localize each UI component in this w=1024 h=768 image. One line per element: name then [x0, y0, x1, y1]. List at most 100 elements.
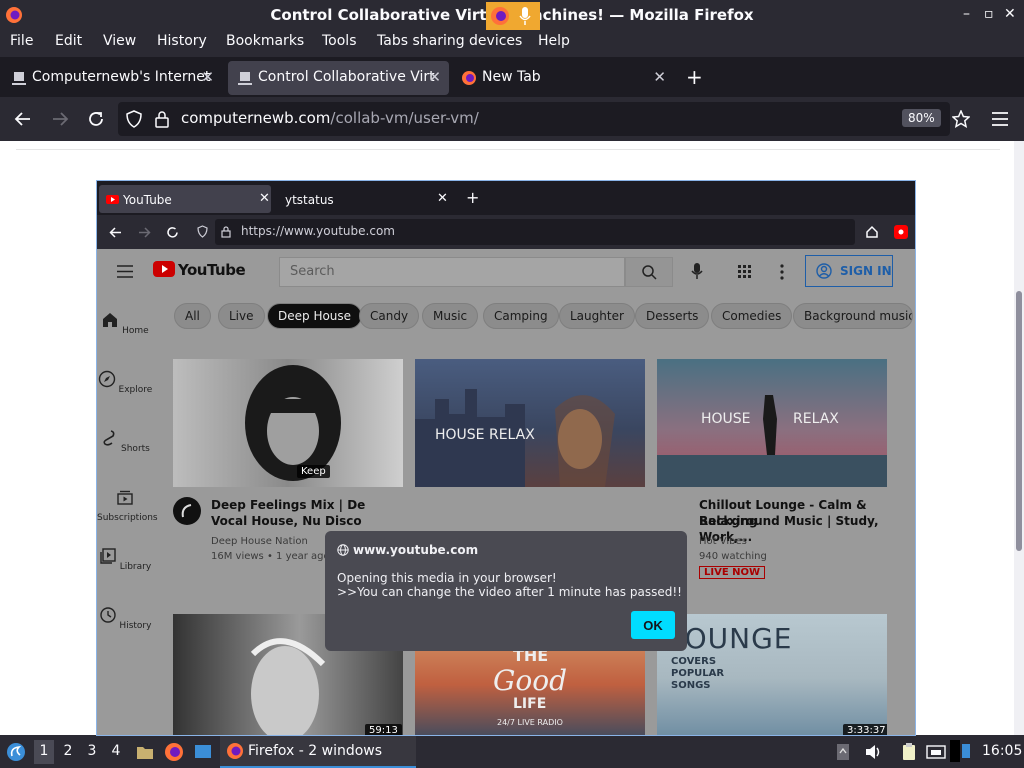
video-thumbnail[interactable]: LOUNGE COVERS POPULAR SONGS 3:33:37	[657, 614, 887, 735]
network-icon[interactable]	[926, 743, 946, 761]
chip-background-music[interactable]: Background music	[793, 303, 913, 329]
chip-music[interactable]: Music	[422, 303, 479, 329]
compass-icon	[98, 370, 115, 388]
sidebar-item-library[interactable]: Library	[97, 547, 153, 572]
vm-shield-icon[interactable]	[197, 225, 208, 238]
vm-tab-youtube[interactable]: YouTube ✕	[99, 185, 271, 213]
youtube-search-button[interactable]	[625, 257, 673, 287]
workspace-3[interactable]: 3	[82, 743, 102, 759]
lock-icon[interactable]	[155, 110, 169, 128]
maximize-button[interactable]: ▫	[984, 6, 994, 22]
vm-tab-close-icon[interactable]: ✕	[437, 191, 448, 206]
hamburger-menu-icon[interactable]	[117, 265, 133, 278]
menu-view[interactable]: View	[103, 33, 136, 49]
chip-comedies[interactable]: Comedies	[711, 303, 793, 329]
thumbnail-text: LOUNGE	[669, 622, 793, 655]
chip-live[interactable]: Live	[218, 303, 265, 329]
taskbar-firefox-windows[interactable]: Firefox - 2 windows	[220, 736, 416, 768]
video-title[interactable]: Vocal House, Nu Disco	[211, 513, 362, 529]
workspace-1[interactable]: 1	[34, 740, 54, 764]
volume-icon[interactable]	[864, 743, 882, 761]
vm-lock-icon[interactable]	[221, 225, 231, 238]
menu-tabs-sharing-devices[interactable]: Tabs sharing devices	[377, 33, 522, 49]
shield-icon[interactable]	[126, 110, 142, 128]
scrollbar-thumb[interactable]	[1016, 291, 1022, 551]
chip-laughter[interactable]: Laughter	[559, 303, 635, 329]
clipboard-icon[interactable]	[900, 743, 918, 761]
zoom-level-button[interactable]: 80%	[902, 109, 941, 127]
ok-button[interactable]: OK	[631, 611, 675, 639]
chip-camping[interactable]: Camping	[483, 303, 559, 329]
video-thumbnail[interactable]: HOUSE RELAX	[657, 359, 887, 487]
tab-new-tab[interactable]: New Tab ✕	[452, 61, 674, 95]
sidebar-item-home[interactable]: Home	[97, 311, 153, 336]
vm-reload-icon[interactable]	[166, 226, 179, 239]
workspace-2[interactable]: 2	[58, 743, 78, 759]
tab-close-icon[interactable]: ✕	[428, 68, 441, 86]
thumbnail-text: LIFE	[513, 696, 547, 712]
desktop-icon[interactable]	[193, 742, 213, 762]
microphone-icon[interactable]	[691, 263, 703, 280]
youtube-search-input[interactable]: Search	[279, 257, 625, 287]
vm-new-tab-button[interactable]: +	[466, 188, 479, 207]
vm-url-bar[interactable]: https://www.youtube.com	[197, 219, 855, 245]
tray-upload-icon[interactable]	[836, 743, 850, 761]
menu-bookmarks[interactable]: Bookmarks	[226, 33, 304, 49]
menu-help[interactable]: Help	[538, 33, 570, 49]
video-thumbnail[interactable]: HOUSE RELAX	[415, 359, 645, 487]
minimize-button[interactable]: –	[963, 6, 970, 22]
sign-in-button[interactable]: SIGN IN	[805, 255, 893, 287]
apps-grid-icon[interactable]	[738, 265, 752, 279]
hamburger-menu-icon[interactable]	[991, 111, 1009, 127]
menu-history[interactable]: History	[157, 33, 207, 49]
vm-home-icon[interactable]	[865, 225, 879, 239]
bookmark-star-icon[interactable]	[952, 110, 970, 128]
channel-name[interactable]: Hot Vibes	[699, 534, 747, 549]
tab-collab-vm[interactable]: Control Collaborative Virt ✕	[228, 61, 449, 95]
channel-name[interactable]: Deep House Nation	[211, 534, 308, 549]
tab-close-icon[interactable]: ✕	[653, 68, 666, 86]
chip-candy[interactable]: Candy	[359, 303, 420, 329]
vm-youtube-extension-icon[interactable]	[894, 225, 908, 239]
vm-forward-icon[interactable]	[138, 226, 151, 239]
tab-close-icon[interactable]: ✕	[201, 68, 214, 86]
firefox-launcher-icon[interactable]	[164, 742, 184, 762]
file-manager-icon[interactable]	[135, 742, 155, 762]
menu-tools[interactable]: Tools	[322, 33, 357, 49]
computernewb-favicon-icon	[238, 72, 252, 85]
vm-screen[interactable]: YouTube ✕ ytstatus ✕ + https://www.youtu…	[96, 180, 916, 736]
workspace-4[interactable]: 4	[106, 743, 126, 759]
chip-all[interactable]: All	[174, 303, 211, 329]
sidebar-item-explore[interactable]: Explore	[97, 370, 153, 395]
new-tab-button[interactable]: +	[686, 65, 703, 89]
vm-url-text[interactable]: https://www.youtube.com	[241, 224, 395, 238]
sharing-indicator[interactable]	[486, 2, 540, 30]
url-bar[interactable]: computernewb.com/collab-vm/user-vm/ 80%	[118, 102, 950, 136]
menu-edit[interactable]: Edit	[55, 33, 82, 49]
home-icon	[103, 313, 118, 327]
reload-icon[interactable]	[87, 110, 105, 128]
close-window-button[interactable]: ✕	[1004, 6, 1016, 22]
video-thumbnail[interactable]: Keep	[173, 359, 403, 487]
url-text[interactable]: computernewb.com/collab-vm/user-vm/	[181, 109, 479, 127]
youtube-logo[interactable]: YouTube	[153, 261, 246, 281]
sidebar-item-history[interactable]: History	[97, 606, 153, 631]
tab-computernewb[interactable]: Computernewb's Internet ✕	[2, 61, 222, 95]
sidebar-item-subscriptions[interactable]: Subscriptions	[97, 488, 158, 523]
chip-desserts[interactable]: Desserts	[635, 303, 710, 329]
back-icon[interactable]	[14, 110, 32, 128]
vm-tab-ytstatus[interactable]: ytstatus ✕	[261, 185, 461, 213]
forward-icon[interactable]	[51, 110, 69, 128]
vm-back-icon[interactable]	[109, 226, 122, 239]
more-options-icon[interactable]	[780, 264, 784, 280]
channel-avatar[interactable]	[173, 497, 201, 525]
video-title[interactable]: Deep Feelings Mix | De	[211, 497, 365, 513]
page-scrollbar[interactable]	[1014, 141, 1024, 735]
video-duration: 59:13	[365, 724, 402, 735]
sidebar-item-shorts[interactable]: Shorts	[97, 429, 153, 454]
screen-share-tray-icon[interactable]	[950, 740, 972, 762]
chip-deep-house[interactable]: Deep House	[267, 303, 363, 329]
tab-bar: Computernewb's Internet ✕ Control Collab…	[0, 57, 1024, 97]
menu-file[interactable]: File	[10, 33, 33, 49]
start-menu-icon[interactable]	[6, 742, 26, 762]
